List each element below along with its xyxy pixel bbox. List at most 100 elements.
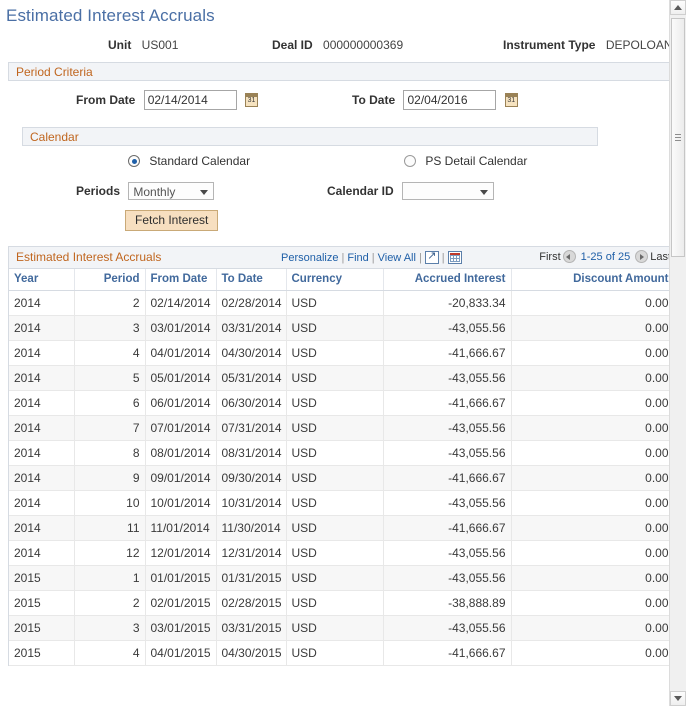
- cell-to-date: 04/30/2015: [216, 640, 287, 666]
- cell-period: 4: [74, 640, 146, 666]
- column-header-to-date[interactable]: To Date: [216, 269, 287, 291]
- grid-pagination: First 1-25 of 25 Last: [539, 250, 671, 263]
- periods-select[interactable]: Monthly: [128, 182, 215, 200]
- cell-discount-amount: 0.00: [511, 515, 675, 541]
- periods-select-value: Monthly: [133, 185, 176, 199]
- cell-to-date: 06/30/2014: [216, 390, 287, 416]
- column-header-accrued-interest[interactable]: Accrued Interest: [383, 269, 512, 291]
- cell-discount-amount: 0.00: [511, 615, 675, 641]
- cell-from-date: 06/01/2014: [145, 390, 217, 416]
- table-row: 2014 12 12/01/2014 12/31/2014 USD -43,055.56 0…: [9, 540, 678, 566]
- calendar-type-radio-group: Standard Calendar PS Detail Calendar: [0, 154, 686, 176]
- cell-period: 3: [74, 315, 146, 341]
- cell-accrued-interest: -43,055.56: [383, 615, 512, 641]
- view-all-link[interactable]: View All: [378, 252, 416, 264]
- cell-discount-amount: 0.00: [511, 365, 675, 391]
- unit-value: US001: [141, 38, 179, 52]
- cell-accrued-interest: -41,666.67: [383, 515, 512, 541]
- column-header-currency[interactable]: Currency: [286, 269, 384, 291]
- radio-ps-detail-calendar-label: PS Detail Calendar: [425, 154, 528, 168]
- cell-year: 2015: [9, 590, 75, 616]
- from-date-calendar-icon[interactable]: [245, 93, 259, 107]
- cell-accrued-interest: -43,055.56: [383, 440, 512, 466]
- table-row: 2015 2 02/01/2015 02/28/2015 USD -38,888.89 0.…: [9, 590, 678, 616]
- first-page-link[interactable]: First: [539, 251, 560, 263]
- table-row: 2014 10 10/01/2014 10/31/2014 USD -43,055.56 0…: [9, 490, 678, 516]
- cell-accrued-interest: -41,666.67: [383, 640, 512, 666]
- table-row: 2014 9 09/01/2014 09/30/2014 USD -41,666.67 0.…: [9, 465, 678, 491]
- deal-id-label: Deal ID: [272, 38, 313, 52]
- grid-action-links: Personalize|Find|View All||: [281, 250, 462, 264]
- next-page-icon[interactable]: [635, 250, 649, 263]
- to-date-field: To Date: [352, 90, 518, 110]
- calendar-id-label: Calendar ID: [327, 184, 394, 198]
- grid-vertical-scrollbar[interactable]: [669, 0, 686, 706]
- to-date-input[interactable]: [403, 90, 497, 110]
- page-range-label: 1-25 of 25: [580, 251, 631, 263]
- scrollbar-thumb[interactable]: [671, 18, 685, 257]
- cell-currency: USD: [286, 340, 384, 366]
- last-page-link[interactable]: Last: [650, 251, 671, 263]
- cell-currency: USD: [286, 615, 384, 641]
- periods-label: Periods: [76, 184, 121, 198]
- cell-year: 2014: [9, 390, 75, 416]
- cell-discount-amount: 0.00: [511, 490, 675, 516]
- cell-to-date: 05/31/2014: [216, 365, 287, 391]
- unit-field: Unit US001: [108, 36, 178, 54]
- period-criteria-section-header: Period Criteria: [8, 62, 678, 81]
- periods-field: Periods Monthly: [76, 182, 215, 200]
- cell-currency: USD: [286, 540, 384, 566]
- cell-to-date: 02/28/2014: [216, 290, 287, 316]
- cell-discount-amount: 0.00: [511, 565, 675, 591]
- cell-discount-amount: 0.00: [511, 540, 675, 566]
- cell-to-date: 08/31/2014: [216, 440, 287, 466]
- cell-accrued-interest: -20,833.34: [383, 290, 512, 316]
- cell-from-date: 10/01/2014: [145, 490, 217, 516]
- cell-to-date: 02/28/2015: [216, 590, 287, 616]
- to-date-label: To Date: [352, 93, 396, 107]
- fetch-interest-button[interactable]: Fetch Interest: [125, 210, 219, 231]
- to-date-calendar-icon[interactable]: [504, 93, 518, 107]
- date-criteria-row: From Date To Date: [0, 90, 686, 120]
- radio-standard-calendar[interactable]: Standard Calendar: [128, 154, 250, 168]
- from-date-input[interactable]: [143, 90, 237, 110]
- cell-from-date: 02/14/2014: [145, 290, 217, 316]
- cell-period: 6: [74, 390, 146, 416]
- unit-label: Unit: [108, 38, 132, 52]
- page-title: Estimated Interest Accruals: [6, 6, 215, 25]
- cell-currency: USD: [286, 290, 384, 316]
- cell-accrued-interest: -41,666.67: [383, 465, 512, 491]
- cell-discount-amount: 0.00: [511, 590, 675, 616]
- calendar-id-select[interactable]: [402, 182, 495, 200]
- column-header-year[interactable]: Year: [9, 269, 75, 291]
- cell-year: 2015: [9, 565, 75, 591]
- cell-accrued-interest: -43,055.56: [383, 365, 512, 391]
- radio-standard-calendar-label: Standard Calendar: [149, 154, 251, 168]
- table-row: 2014 2 02/14/2014 02/28/2014 USD -20,833.34 0.…: [9, 290, 678, 316]
- table-row: 2014 4 04/01/2014 04/30/2014 USD -41,666.67 0.…: [9, 340, 678, 366]
- expand-grid-icon[interactable]: [424, 250, 439, 264]
- grid-toolbar: Estimated Interest Accruals Personalize |…: [9, 247, 677, 269]
- calendar-section-header: Calendar: [22, 127, 598, 146]
- from-date-field: From Date: [76, 90, 259, 110]
- chevron-down-icon: [200, 190, 209, 195]
- column-header-from-date[interactable]: From Date: [145, 269, 217, 291]
- from-date-label: From Date: [76, 93, 136, 107]
- column-header-period[interactable]: Period: [74, 269, 146, 291]
- download-spreadsheet-icon[interactable]: [447, 251, 462, 264]
- column-header-discount-amount[interactable]: Discount Amount: [511, 269, 675, 291]
- scroll-up-icon[interactable]: [670, 0, 686, 15]
- cell-accrued-interest: -43,055.56: [383, 565, 512, 591]
- find-link[interactable]: Find: [347, 252, 368, 264]
- cell-currency: USD: [286, 440, 384, 466]
- scroll-down-icon[interactable]: [670, 691, 686, 706]
- cell-from-date: 04/01/2015: [145, 640, 217, 666]
- cell-currency: USD: [286, 515, 384, 541]
- previous-page-icon[interactable]: [562, 250, 576, 263]
- radio-ps-detail-calendar[interactable]: PS Detail Calendar: [404, 154, 527, 168]
- cell-discount-amount: 0.00: [511, 315, 675, 341]
- cell-currency: USD: [286, 465, 384, 491]
- personalize-link[interactable]: Personalize: [281, 252, 338, 264]
- table-row: 2015 1 01/01/2015 01/31/2015 USD -43,055.56 0.…: [9, 565, 678, 591]
- cell-currency: USD: [286, 640, 384, 666]
